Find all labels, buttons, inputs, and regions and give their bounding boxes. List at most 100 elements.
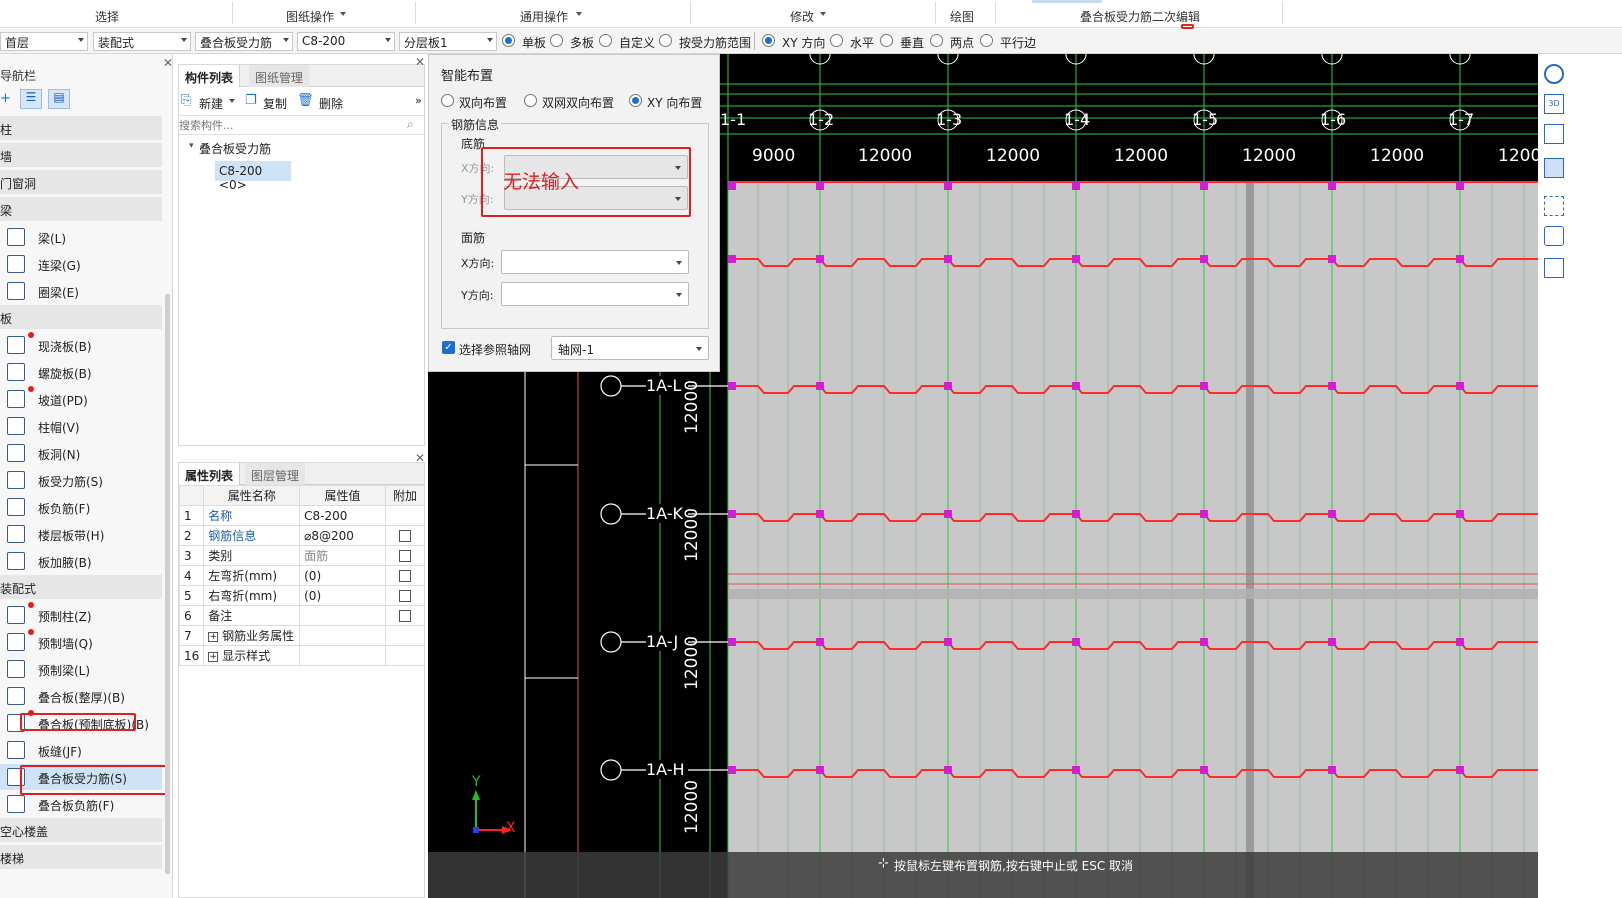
close-icon[interactable]: ✕ [163,56,173,70]
top-x-field[interactable] [501,250,689,274]
tree-root[interactable]: 叠合板受力筋 [199,140,271,157]
expand-icon[interactable]: + [208,651,219,662]
ribbon-general-ops[interactable]: 通用操作 [520,8,568,25]
list-view-icon[interactable]: ☰ [20,89,42,109]
delete-button[interactable]: 删除 [319,95,343,112]
isometric-icon[interactable] [1544,226,1564,246]
tab-property-list[interactable]: 属性列表 [179,463,241,485]
radio-multi-slab[interactable] [550,34,563,47]
checkbox[interactable] [398,550,411,562]
nav-section-stairs[interactable]: 楼梯 [0,845,162,869]
radio-two-points[interactable] [930,34,943,47]
checkbox[interactable] [398,570,411,582]
radio-by-rebar-range[interactable] [659,34,672,47]
radio-bidirectional[interactable] [441,94,454,107]
nav-item-slab-joint[interactable]: 板缝(JF) [0,737,162,763]
type-select[interactable]: 装配式 [93,32,191,51]
nav-item-ramp[interactable]: 坡道(PD) [0,386,162,412]
ribbon-secondary-edit[interactable]: 叠合板受力筋二次编辑 [1080,8,1200,25]
nav-section-openings[interactable]: 门窗洞 [0,170,162,194]
radio-xy-direction[interactable] [762,34,775,47]
table-row[interactable]: 2 钢筋信息 ⌀8@200 [178,525,426,546]
table-row[interactable]: 4 左弯折(mm) (0) [178,565,426,586]
label-single-slab: 单板 [522,36,547,50]
nav-item-floor-band[interactable]: 楼层板带(H) [0,521,162,547]
table-row[interactable]: 7 + 钢筋业务属性 [178,625,426,646]
orbit-icon[interactable] [1544,64,1564,84]
layer-display-icon[interactable] [1544,258,1564,278]
checkbox[interactable] [398,610,411,622]
tab-layer-mgmt[interactable]: 图层管理 [245,463,306,485]
tree-item-selected[interactable]: C8-200 <0> [215,161,291,192]
close-icon[interactable]: ✕ [415,55,425,69]
ref-axis-label: 选择参照轴网 [459,343,532,357]
top-y-field[interactable] [501,282,689,306]
radio-parallel-edge[interactable] [980,34,993,47]
close-icon[interactable]: ✕ [415,451,425,465]
nav-section-beam[interactable]: 梁 [0,197,162,221]
nav-item-column-cap[interactable]: 柱帽(V) [0,413,162,439]
add-icon[interactable]: + [0,91,11,106]
table-row[interactable]: 3 类别 面筋 [178,545,426,566]
3d-view-icon[interactable]: 3D [1544,94,1564,114]
nav-section-column[interactable]: 柱 [0,116,162,140]
floor-select[interactable]: 首层 [0,32,88,51]
table-row[interactable]: 6 备注 [178,605,426,626]
ribbon-select[interactable]: 选择 [95,8,119,25]
label-custom: 自定义 [619,36,656,50]
ribbon-drawing-ops[interactable]: 图纸操作 [286,8,334,25]
nav-section-hollow-floor[interactable]: 空心楼盖 [0,818,162,842]
radio-xy-layout[interactable] [629,94,642,107]
more-icon[interactable]: » [415,94,422,107]
nav-item-composite-slab-full[interactable]: 叠合板(整厚)(B) [0,683,162,709]
nav-item-ring-beam[interactable]: 圈梁(E) [0,278,162,304]
new-button[interactable]: 新建 [199,95,223,112]
expand-icon[interactable]: + [208,631,219,642]
box-view-icon[interactable] [1544,124,1564,144]
nav-item-prefab-beam[interactable]: 预制梁(L) [0,656,162,682]
radio-horizontal[interactable] [830,34,843,47]
chevron-down-icon[interactable] [229,99,235,103]
nav-item-slab-hole[interactable]: 板洞(N) [0,440,162,466]
nav-section-prefab[interactable]: 装配式 [0,575,162,599]
zoom-extents-icon[interactable] [1544,196,1564,216]
detail-view-icon[interactable]: ▤ [48,89,70,109]
radio-double-net[interactable] [524,94,537,107]
table-row[interactable]: 5 右弯折(mm) (0) [178,585,426,606]
tab-component-list[interactable]: 构件列表 [179,65,241,87]
spec-select[interactable]: C8-200 [297,32,395,51]
ribbon-draw[interactable]: 绘图 [950,8,974,25]
table-row[interactable]: 1 名称 C8-200 [178,505,426,526]
ref-axis-select[interactable]: 轴网-1 [551,336,709,360]
nav-item-slab-rebar[interactable]: 板受力筋(S) [0,467,162,493]
component-select[interactable]: 叠合板受力筋 [195,32,293,51]
search-input[interactable] [179,117,399,134]
checkbox-ref-axis[interactable]: ✓ [442,341,455,354]
table-row[interactable]: 16 + 显示样式 [178,645,426,666]
nav-item-cast-slab[interactable]: 现浇板(B) [0,332,162,358]
nav-item-coupling-beam[interactable]: 连梁(G) [0,251,162,277]
ribbon-modify[interactable]: 修改 [790,8,814,25]
checkbox[interactable] [398,590,411,602]
axis-label: 1-1 [720,110,747,129]
radio-vertical[interactable] [880,34,893,47]
nav-item-slab-neg-rebar[interactable]: 板负筋(F) [0,494,162,520]
copy-button[interactable]: 复制 [263,95,287,112]
checkbox[interactable] [398,530,411,542]
nav-item-spiral-slab[interactable]: 螺旋板(B) [0,359,162,385]
search-icon[interactable]: ⌕ [407,117,414,132]
nav-item-slab-haunch[interactable]: 板加腋(B) [0,548,162,574]
radio-single-slab[interactable] [502,34,515,47]
nav-item-beam[interactable]: 梁(L) [0,224,162,250]
nav-item-prefab-wall[interactable]: 预制墙(Q) [0,629,162,655]
nav-scrollbar[interactable] [165,294,170,874]
solid-view-icon[interactable] [1544,158,1564,178]
tab-drawing-mgmt[interactable]: 图纸管理 [249,65,310,87]
tree-expand-icon[interactable]: ▾ [189,141,194,151]
nav-section-slab[interactable]: 板 [0,305,162,329]
search-box[interactable]: ⌕ [179,115,424,135]
nav-item-prefab-column[interactable]: 预制柱(Z) [0,602,162,628]
layer-select[interactable]: 分层板1 [399,32,497,51]
nav-section-wall[interactable]: 墙 [0,143,162,167]
radio-custom[interactable] [599,34,612,47]
